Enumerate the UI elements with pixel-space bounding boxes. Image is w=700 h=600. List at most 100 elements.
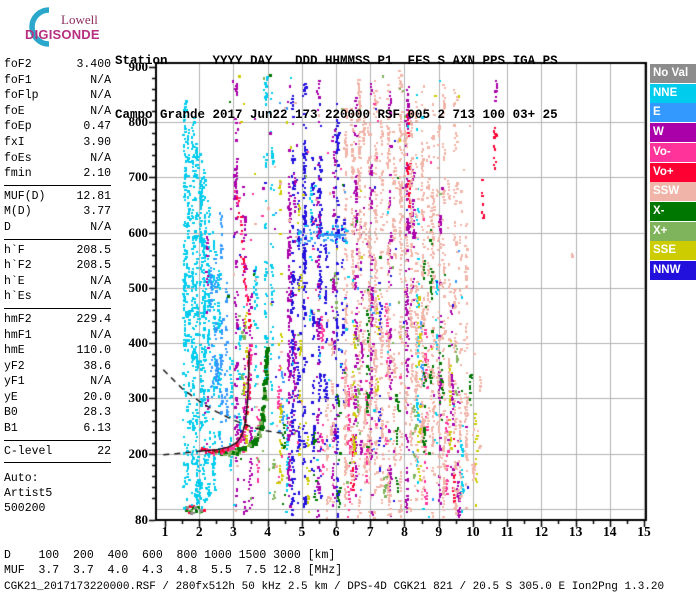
footer-muf-row: MUF 3.7 3.7 4.0 4.3 4.8 5.5 7.5 12.8 [MH… (4, 564, 343, 577)
param-label: fmin (4, 167, 32, 181)
param-label: foFlp (4, 89, 39, 103)
param-row-c-level: C-level 22 (4, 444, 111, 460)
param-row-foes: foEs N/A (4, 151, 111, 167)
param-value: N/A (90, 104, 111, 118)
param-value: N/A (90, 274, 111, 288)
logo-digisonde-text: DIGISONDE (25, 27, 100, 42)
x-tick-label-15: 15 (637, 524, 651, 539)
x-tick-label-3: 3 (230, 524, 237, 539)
param-label: foEp (4, 120, 32, 134)
legend-item-x-: X- (650, 201, 696, 221)
param-value: N/A (90, 328, 111, 342)
param-row-fof1: foF1 N/A (4, 73, 111, 89)
x-tick-label-12: 12 (534, 524, 549, 539)
x-tick-label-4: 4 (264, 524, 272, 539)
param-value: 38.6 (83, 359, 111, 373)
y-tick-label-400: 400 (128, 335, 149, 351)
param-row-fmin: fmin 2.10 (4, 166, 111, 182)
x-tick-label-1: 1 (161, 524, 169, 539)
y-tick-label-80: 80 (135, 512, 148, 527)
param-row-fof2: foF2 3.400 (4, 57, 111, 73)
param-label: B1 (4, 422, 18, 436)
param-value: 28.3 (83, 406, 111, 420)
param-value: 6.13 (83, 422, 111, 436)
param-label: hmF1 (4, 328, 32, 342)
param-separator (4, 462, 111, 464)
x-tick-label-5: 5 (298, 524, 306, 539)
param-separator (4, 307, 111, 309)
param-row-hmf1: hmF1 N/A (4, 328, 111, 344)
param-value: 208.5 (76, 243, 111, 257)
legend-item-x+: X+ (650, 221, 696, 241)
legend-item-nnw: NNW (650, 261, 696, 280)
x-tick-label-8: 8 (401, 524, 408, 539)
param-row-foflp: foFlp N/A (4, 88, 111, 104)
ionogram-screen: { "logo": {"line1": "Lowell", "line2": "… (0, 0, 700, 600)
parameter-panel: foF2 3.400 foF1 N/A foFlp N/A foE N/A foEp 0.47 fx… (4, 57, 111, 516)
auto-line-0: Auto: (4, 472, 39, 486)
header-block: Station YYYY DAY DDD HHMMSS P1 FFS S AXN… (115, 16, 558, 142)
param-row-d: D N/A (4, 220, 111, 236)
param-label: C-level (4, 444, 53, 458)
param-value: 229.4 (76, 312, 111, 326)
param-label: foEs (4, 151, 32, 165)
param-row-hes: h`Es N/A (4, 289, 111, 305)
logo-lowell-text: Lowell (61, 12, 98, 27)
param-label: MUF(D) (4, 189, 46, 203)
y-tick-label-300: 300 (128, 390, 149, 406)
param-value: 3.400 (76, 58, 111, 71)
auto-line-1: Artist5 (4, 487, 53, 501)
param-value: 3.77 (83, 205, 111, 219)
param-label: foE (4, 104, 25, 118)
param-value: N/A (90, 220, 111, 234)
param-label: D (4, 220, 11, 234)
param-row-hmf2: hmF2 229.4 (4, 312, 111, 328)
param-row-yf2: yF2 38.6 (4, 359, 111, 375)
param-value: 3.90 (83, 135, 111, 149)
param-label: h`Es (4, 290, 32, 304)
footer-d-row: D 100 200 400 600 800 1000 1500 3000 [km… (4, 549, 336, 562)
legend-item-w: W (650, 123, 696, 143)
param-row-foe: foE N/A (4, 104, 111, 120)
param-row-hf: h`F 208.5 (4, 243, 111, 259)
param-row-fxi: fxI 3.90 (4, 135, 111, 151)
param-row-ye: yE 20.0 (4, 390, 111, 406)
y-tick-label-700: 700 (128, 169, 149, 185)
legend-item-noval: No Val (650, 64, 696, 83)
legend-item-e: E (650, 103, 696, 123)
lowell-digisonde-logo: Lowell DIGISONDE (4, 3, 114, 49)
param-row-b0: B0 28.3 (4, 405, 111, 421)
param-label: M(D) (4, 205, 32, 219)
param-row-b1: B1 6.13 (4, 421, 111, 437)
param-label: h`E (4, 274, 25, 288)
param-value: 20.0 (83, 390, 111, 404)
param-value: 110.0 (76, 344, 111, 358)
x-tick-label-11: 11 (500, 524, 514, 539)
param-row-mufd: MUF(D) 12.81 (4, 189, 111, 205)
param-label: yF2 (4, 359, 25, 373)
param-label: B0 (4, 406, 18, 420)
y-tick-label-800: 800 (128, 114, 149, 130)
param-row-foep: foEp 0.47 (4, 119, 111, 135)
param-row-md: M(D) 3.77 (4, 204, 111, 220)
x-tick-label-2: 2 (195, 524, 203, 539)
y-tick-label-500: 500 (128, 279, 149, 295)
legend-item-sse: SSE (650, 241, 696, 261)
legend-item-ssw: SSW (650, 182, 696, 202)
x-tick-label-7: 7 (366, 524, 374, 539)
param-value: 2.10 (83, 167, 111, 181)
param-label: yE (4, 390, 18, 404)
x-tick-label-10: 10 (466, 524, 480, 539)
param-row-yf1: yF1 N/A (4, 374, 111, 390)
param-row-he: h`E N/A (4, 274, 111, 290)
legend-item-vo-: Vo- (650, 142, 696, 162)
param-label: h`F (4, 243, 25, 257)
legend-item-nne: NNE (650, 83, 696, 103)
x-tick-label-14: 14 (603, 524, 617, 539)
legend-item-vo+: Vo+ (650, 162, 696, 182)
x-tick-label-9: 9 (435, 524, 443, 539)
y-tick-label-200: 200 (128, 445, 149, 461)
param-label: foF2 (4, 58, 32, 71)
param-value: 208.5 (76, 259, 111, 273)
header-fields-row: Station YYYY DAY DDD HHMMSS P1 FFS S AXN… (115, 54, 558, 68)
